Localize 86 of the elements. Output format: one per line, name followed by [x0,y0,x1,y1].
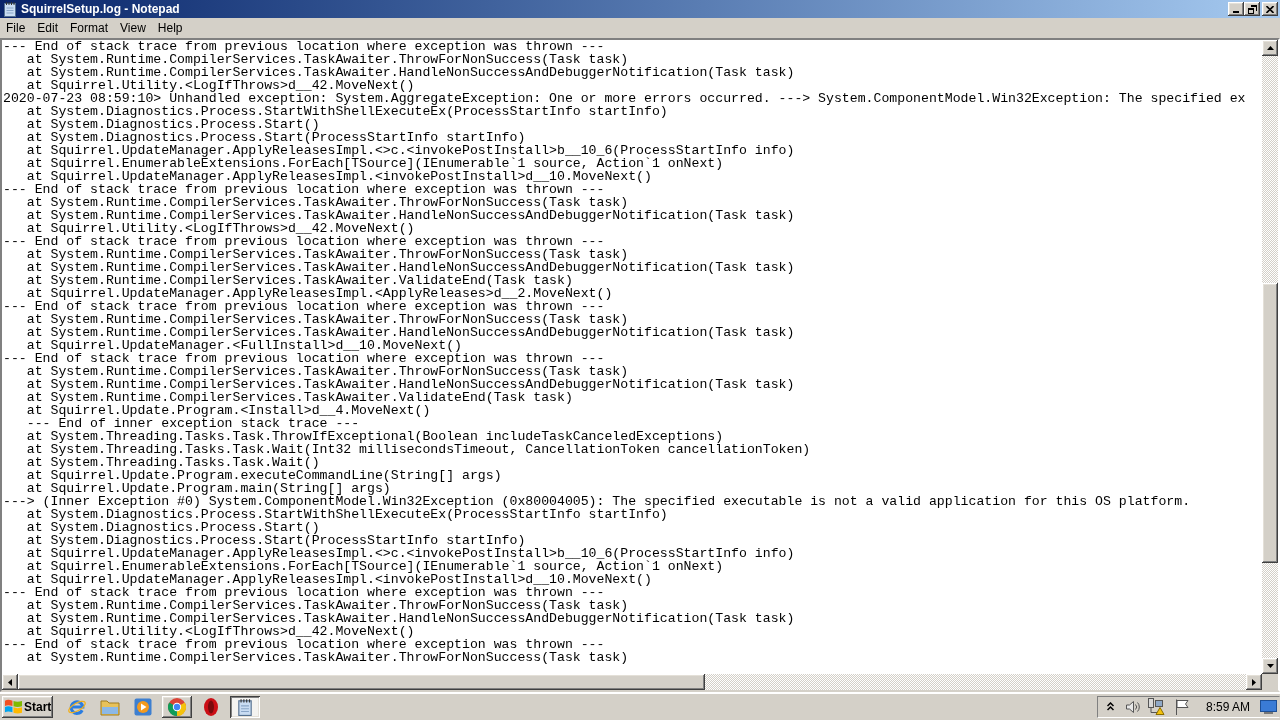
log-line: at System.Runtime.CompilerServices.TaskAwaiter.HandleNonSuccessAndDebuggerNotification(Task task) [25,209,795,222]
taskbar-button[interactable] [162,695,192,718]
minimize-button[interactable] [1228,2,1244,16]
log-line: at Squirrel.Update.Program.main(String[] args) [25,482,391,495]
log-line: at Squirrel.UpdateManager.ApplyReleasesImpl.<ApplyReleases>d__2.MoveNext() [25,287,613,300]
log-line: at Squirrel.Utility.<LogIfThrows>d__42.MoveNext() [25,79,415,92]
log-line: --- End of inner exception stack trace --- [25,417,360,430]
log-line: at System.Threading.Tasks.Task.Wait(Int32 millisecondsTimeout, CancellationToken cancellationToken) [25,443,811,456]
scrollbar-thumb[interactable] [18,674,705,690]
scroll-right-button[interactable] [1246,674,1262,690]
log-line: at System.Runtime.CompilerServices.TaskAwaiter.ThrowForNonSuccess(Task task) [25,599,629,612]
log-line: at System.Runtime.CompilerServices.TaskAwaiter.HandleNonSuccessAndDebuggerNotification(Task task) [25,378,795,391]
log-line: at System.Runtime.CompilerServices.TaskAwaiter.ThrowForNonSuccess(Task task) [25,53,629,66]
log-line: at System.Runtime.CompilerServices.TaskAwaiter.ThrowForNonSuccess(Task task) [25,248,629,261]
log-line: at System.Runtime.CompilerServices.TaskAwaiter.ThrowForNonSuccess(Task task) [25,365,629,378]
chevron-up-icon [1106,702,1114,711]
restore-button[interactable] [1244,2,1260,16]
triangle-left-icon [8,678,12,686]
log-line: 2020-07-23 08:59:10> Unhandled exception: System.AggregateException: One or more errors occurred. ---> System.ComponentModel.Win32Exception: The specified ex [3,92,1246,105]
start-flag-icon [5,699,22,714]
flag-icon[interactable] [1175,698,1190,715]
log-line: ---> (Inner Exception #0) System.ComponentModel.Win32Exception (0x80004005): The specified executable is not a valid application for this OS platform. [3,495,1191,508]
log-line: at Squirrel.EnumerableExtensions.ForEach[TSource](IEnumerable`1 source, Action`1 onNext) [25,157,724,170]
log-line: --- End of stack trace from previous location where exception was thrown --- [3,586,605,599]
log-line: at System.Diagnostics.Process.Start() [25,521,320,534]
speaker-icon[interactable] [1125,698,1141,715]
log-line: at Squirrel.UpdateManager.<FullInstall>d__10.MoveNext() [25,339,462,352]
minimize-icon [1233,11,1239,13]
log-line: at Squirrel.EnumerableExtensions.ForEach[TSource](IEnumerable`1 source, Action`1 onNext) [25,560,724,573]
start-button[interactable]: Start [2,695,53,718]
scroll-left-button[interactable] [2,674,18,690]
log-line: --- End of stack trace from previous location where exception was thrown --- [3,235,605,248]
log-line: at System.Runtime.CompilerServices.TaskAwaiter.ThrowForNonSuccess(Task task) [25,196,629,209]
log-line: at Squirrel.UpdateManager.ApplyReleasesImpl.<>c.<invokePostInstall>b__10_6(ProcessStartInfo info) [25,144,795,157]
window-title: SquirrelSetup.log - Notepad [21,1,180,17]
log-line: --- End of stack trace from previous location where exception was thrown --- [3,352,605,365]
log-line: at System.Diagnostics.Process.Start(ProcessStartInfo startInfo) [25,534,526,547]
restore-icon [1247,4,1257,14]
log-line: --- End of stack trace from previous location where exception was thrown --- [3,40,605,53]
log-line: at Squirrel.UpdateManager.ApplyReleasesImpl.<invokePostInstall>d__10.MoveNext() [25,170,652,183]
menu-item[interactable]: Edit [31,19,65,37]
log-line: at Squirrel.Update.Program.executeCommandLine(String[] args) [25,469,502,482]
menu-item[interactable]: View [114,19,152,37]
close-button[interactable] [1262,2,1278,16]
notepad-icon [2,1,18,17]
log-line: at System.Runtime.CompilerServices.TaskAwaiter.ValidateEnd(Task task) [25,274,573,287]
log-line: at System.Diagnostics.Process.Start() [25,118,320,131]
taskbar-button[interactable] [230,695,260,718]
close-icon [1266,5,1274,13]
scroll-down-button[interactable] [1262,658,1278,674]
log-line: at System.Runtime.CompilerServices.TaskAwaiter.ThrowForNonSuccess(Task task) [25,651,629,664]
log-line: at System.Runtime.CompilerServices.TaskAwaiter.ThrowForNonSuccess(Task task) [25,313,629,326]
o-ring-icon [204,697,218,716]
log-line: at System.Runtime.CompilerServices.TaskAwaiter.HandleNonSuccessAndDebuggerNotification(Task task) [25,261,795,274]
menu-item[interactable]: Help [151,19,189,37]
log-line: --- End of stack trace from previous location where exception was thrown --- [3,638,605,651]
log-line: at System.Diagnostics.Process.Start(ProcessStartInfo startInfo) [25,131,526,144]
log-line: at System.Diagnostics.Process.StartWithShellExecuteEx(ProcessStartInfo startInfo) [25,105,668,118]
log-line: --- End of stack trace from previous location where exception was thrown --- [3,300,605,313]
folder-icon [100,697,120,716]
clock[interactable]: 8:59 AM [1206,699,1251,714]
play-icon [134,697,152,716]
browser-icon [168,697,186,716]
log-line: at Squirrel.UpdateManager.ApplyReleasesImpl.<>c.<invokePostInstall>b__10_6(ProcessStartInfo info) [25,547,795,560]
log-line: at System.Runtime.CompilerServices.TaskAwaiter.HandleNonSuccessAndDebuggerNotification(Task task) [25,326,795,339]
log-line: at System.Runtime.CompilerServices.TaskAwaiter.HandleNonSuccessAndDebuggerNotification(Task task) [25,66,795,79]
monitor-icon[interactable] [1260,698,1277,715]
log-line: at System.Diagnostics.Process.StartWithShellExecuteEx(ProcessStartInfo startInfo) [25,508,668,521]
menu-item[interactable]: File [0,19,32,37]
log-line: at System.Runtime.CompilerServices.TaskAwaiter.HandleNonSuccessAndDebuggerNotification(Task task) [25,612,795,625]
notepad-icon [236,697,254,716]
triangle-up-icon [1266,46,1274,50]
scroll-up-button[interactable] [1262,40,1278,56]
log-line: --- End of stack trace from previous location where exception was thrown --- [3,183,605,196]
log-line: at Squirrel.UpdateManager.ApplyReleasesImpl.<invokePostInstall>d__10.MoveNext() [25,573,652,586]
log-line: at System.Runtime.CompilerServices.TaskAwaiter.ValidateEnd(Task task) [25,391,573,404]
log-line: at System.Threading.Tasks.Task.ThrowIfExceptional(Boolean includeTaskCanceledExceptions) [25,430,724,443]
log-line: at System.Threading.Tasks.Task.Wait() [25,456,320,469]
log-line: at Squirrel.Update.Program.<Install>d__4.MoveNext() [25,404,431,417]
triangle-down-icon [1266,664,1274,668]
scrollbar-thumb[interactable] [1262,283,1278,563]
menu-item[interactable]: Format [64,19,115,37]
log-line: at Squirrel.Utility.<LogIfThrows>d__42.MoveNext() [25,222,415,235]
triangle-right-icon [1252,678,1256,686]
log-line: at Squirrel.Utility.<LogIfThrows>d__42.MoveNext() [25,625,415,638]
network-warning-icon[interactable] [1147,698,1165,715]
